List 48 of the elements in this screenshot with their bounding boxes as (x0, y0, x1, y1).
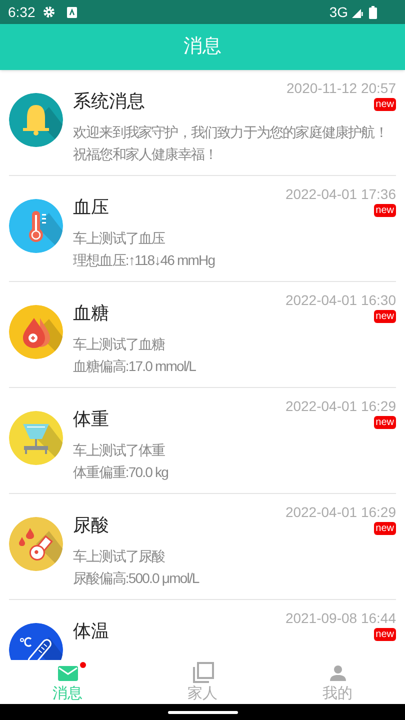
gear-icon (43, 6, 56, 18)
signal-icon (352, 6, 363, 18)
message-title: 尿酸 (73, 514, 109, 537)
network-type: 3G (329, 2, 348, 22)
new-badge: new (374, 628, 396, 641)
message-title: 血压 (73, 196, 109, 219)
mail-icon (58, 666, 78, 680)
bell-icon (9, 93, 63, 147)
new-badge: new (374, 204, 396, 217)
new-badge: new (374, 522, 396, 535)
message-text: 体重偏重:70.0 kg (73, 463, 170, 482)
message-time: 2022-04-01 16:29 (285, 397, 396, 415)
person-icon (330, 665, 346, 681)
message-text: 车上测试了血压 (73, 229, 166, 248)
message-text: 车上测试了尿酸 (73, 547, 166, 566)
message-item[interactable]: 系统消息 2020-11-12 20:57 new 欢迎来到我家守护，我们致力于为您的家庭健康护航！祝福您和家人健康幸福！ (9, 70, 396, 176)
message-item[interactable]: 血糖 2022-04-01 16:30 new 车上测试了血糖 血糖偏高:17.0 mmol/L (9, 282, 396, 388)
battery-icon (369, 6, 377, 18)
home-indicator[interactable] (168, 710, 238, 714)
message-item[interactable]: 体重 2022-04-01 16:29 new 车上测试了体重 体重偏重:70.0 kg (9, 388, 396, 494)
new-badge: new (374, 416, 396, 429)
message-text: 车上测试了体重 (73, 441, 166, 460)
header-title: 消息 (184, 34, 222, 59)
message-title: 血糖 (73, 302, 109, 325)
new-badge: new (374, 98, 396, 111)
message-text: 尿酸偏高:500.0 μmol/L (73, 569, 200, 588)
new-badge: new (374, 310, 396, 323)
message-title: 体重 (73, 408, 109, 431)
message-item[interactable]: 尿酸 2022-04-01 16:29 new 车上测试了尿酸 尿酸偏高:500.0 μmol/L (9, 494, 396, 600)
thermometer-icon (9, 199, 63, 253)
flask-icon (9, 517, 63, 571)
scale-icon (9, 411, 63, 465)
message-title: 体温 (73, 620, 109, 643)
message-item[interactable]: 血压 2022-04-01 17:36 new 车上测试了血压 理想血压:↑118↓46 mmHg (9, 176, 396, 282)
message-time: 2022-04-01 16:29 (285, 503, 396, 521)
message-time: 2022-04-01 16:30 (285, 291, 396, 309)
message-text: 欢迎来到我家守护，我们致力于为您的家庭健康护航！祝福您和家人健康幸福！ (73, 123, 388, 164)
message-time: 2020-11-12 20:57 (286, 79, 396, 97)
message-time: 2021-09-08 16:44 (285, 609, 396, 627)
message-time: 2022-04-01 17:36 (285, 185, 396, 203)
message-text: 车上测试了血糖 (73, 335, 166, 354)
message-text: 理想血压:↑118↓46 mmHg (73, 251, 216, 270)
copy-icon (192, 662, 214, 684)
message-text: 血糖偏高:17.0 mmol/L (73, 357, 197, 376)
status-time: 6:32 (8, 2, 36, 22)
blood-drop-icon (9, 305, 63, 359)
notification-icon (67, 6, 78, 18)
message-title: 系统消息 (73, 90, 145, 113)
